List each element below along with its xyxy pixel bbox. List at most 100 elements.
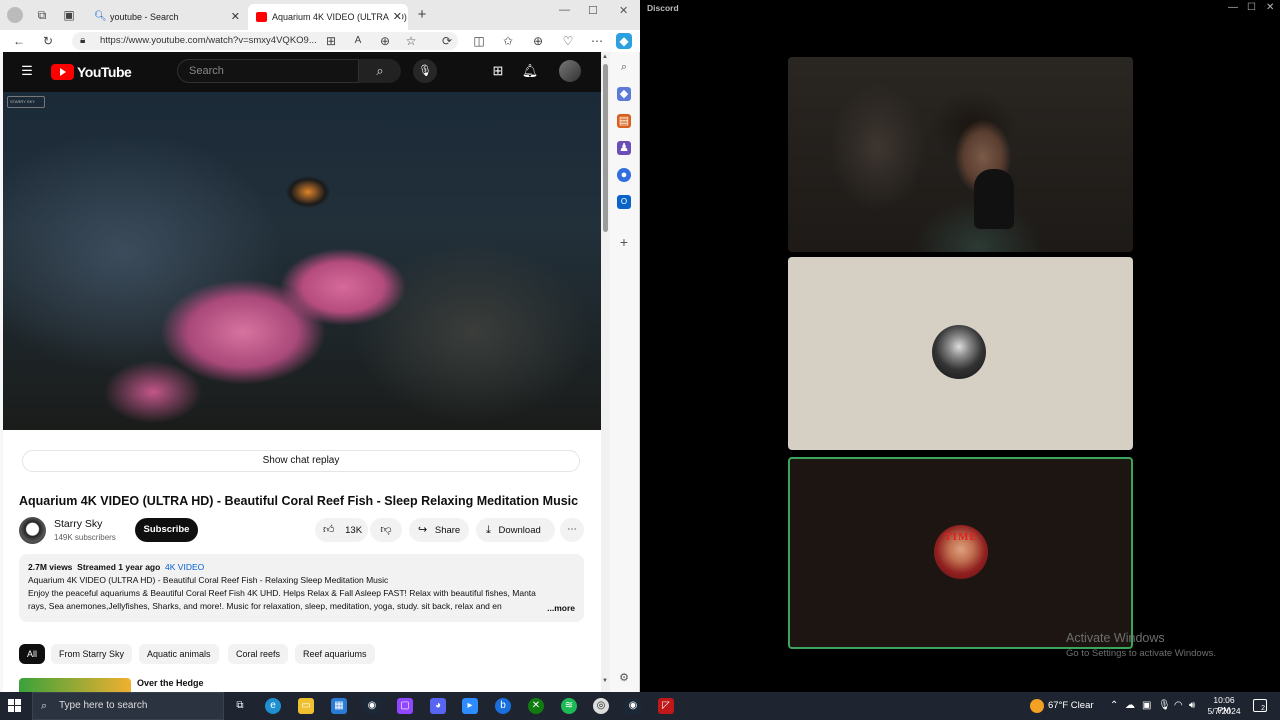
voice-search-icon[interactable]: 🎙︎ <box>413 59 437 83</box>
subscribe-button[interactable]: Subscribe <box>135 518 198 542</box>
twitch-icon[interactable]: ▢ <box>397 698 413 714</box>
share-button[interactable]: ↪ Share <box>409 518 469 542</box>
video-description[interactable]: 2.7M views Streamed 1 year ago 4K VIDEO … <box>19 554 584 622</box>
more-options-icon[interactable]: ⋯ <box>589 33 605 49</box>
cloud-icon[interactable]: ☁ <box>1125 700 1135 711</box>
edge-icon[interactable]: e <box>265 698 281 714</box>
tab-youtube-search[interactable]: 🔍︎ youtube - Search ✕ <box>86 4 246 30</box>
chip-from-starry-sky[interactable]: From Starry Sky <box>51 644 133 664</box>
youtube-logo[interactable]: YouTube <box>51 63 132 81</box>
microphone-icon <box>974 169 1014 229</box>
profile-icon[interactable] <box>7 7 23 23</box>
extension-icon[interactable]: ⊕ <box>377 33 393 49</box>
close-tab-icon[interactable]: ✕ <box>389 4 402 30</box>
task-view-icon[interactable]: ⧉ <box>232 698 248 714</box>
notifications-bell-icon[interactable]: 🔔︎ <box>521 63 539 79</box>
account-avatar[interactable] <box>559 60 581 82</box>
video-tile-participant-2[interactable] <box>788 257 1133 450</box>
show-more-link[interactable]: ...more <box>543 602 575 615</box>
video-tile-webcam[interactable] <box>788 57 1133 252</box>
notifications-icon[interactable]: 2 <box>1253 699 1267 712</box>
channel-name[interactable]: Starry Sky <box>54 518 102 530</box>
add-sidebar-app-icon[interactable]: + <box>617 235 631 249</box>
scroll-thumb[interactable] <box>603 64 608 232</box>
clock-date[interactable]: 5/7/2024 <box>1207 706 1241 716</box>
apps-icon[interactable]: ⊞ <box>323 33 339 49</box>
zoom-icon[interactable]: ▸ <box>462 698 478 714</box>
like-button[interactable]: 👍︎ 13K <box>315 518 368 542</box>
copilot-icon[interactable]: ◆ <box>616 33 632 49</box>
discord-close-icon[interactable]: ✕ <box>1266 2 1274 13</box>
scroll-down-icon[interactable]: ▼ <box>602 678 608 684</box>
wifi-icon[interactable]: ◠ <box>1174 700 1183 711</box>
chip-coral-reefs[interactable]: Coral reefs <box>228 644 289 664</box>
tab-actions-icon[interactable]: ▣ <box>61 7 77 23</box>
maximize-icon[interactable]: ☐ <box>588 4 598 17</box>
discord-minimize-icon[interactable]: — <box>1228 2 1238 13</box>
sidebar-settings-icon[interactable]: ⚙ <box>617 671 631 685</box>
chip-reef-aquariums[interactable]: Reef aquariums <box>295 644 375 664</box>
outlook-icon[interactable]: O <box>617 195 631 209</box>
spotify-icon[interactable]: ≋ <box>561 698 577 714</box>
menu-icon[interactable]: ☰ <box>18 63 36 79</box>
games-icon[interactable]: ♟ <box>617 141 631 155</box>
read-aloud-icon[interactable]: A <box>350 33 366 49</box>
chip-all[interactable]: All <box>19 644 46 664</box>
thumbs-down-icon: 👎︎ <box>380 524 392 536</box>
close-window-icon[interactable]: ✕ <box>619 4 628 17</box>
close-tab-icon[interactable]: ✕ <box>231 4 240 30</box>
page-scrollbar[interactable]: ▲ ▼ <box>601 52 610 692</box>
windows-start-icon[interactable] <box>8 699 22 713</box>
chip-aquatic-animals[interactable]: Aquatic animals <box>139 644 219 664</box>
file-explorer-icon[interactable]: ▭ <box>298 698 314 714</box>
youtube-favicon-icon <box>256 12 267 22</box>
video-tile-participant-3-speaking[interactable]: TIME <box>788 457 1133 649</box>
collections-icon[interactable]: ⊕ <box>530 33 546 49</box>
back-icon[interactable]: ← <box>11 33 27 49</box>
volume-icon[interactable]: 🔊︎ <box>1189 700 1195 711</box>
browser-essentials-icon[interactable]: ♡ <box>560 33 576 49</box>
dislike-button[interactable]: 👎︎ <box>370 518 402 542</box>
sidebar-search-icon[interactable]: ⌕ <box>617 60 631 74</box>
steam-2-icon[interactable]: ◉ <box>625 698 641 714</box>
obs-icon[interactable]: ◎ <box>593 698 609 714</box>
refresh-icon[interactable]: ↻ <box>40 33 56 49</box>
youtube-header: ☰ YouTube Search ⌕ 🎙︎ ⊞ 🔔︎ <box>3 52 601 92</box>
store-icon[interactable]: ▦ <box>331 698 347 714</box>
scroll-up-icon[interactable]: ▲ <box>602 54 608 60</box>
steam-icon[interactable]: ◉ <box>364 698 380 714</box>
shopping-tag-icon[interactable]: ◆ <box>617 87 631 101</box>
more-actions-button[interactable]: ⋯ <box>560 518 584 542</box>
taskbar-search-input[interactable]: ⌕ Type here to search <box>32 692 224 720</box>
discord-app-icon[interactable]: ◕ <box>430 698 446 714</box>
battlenet-icon[interactable]: b <box>495 698 511 714</box>
search-input[interactable]: Search <box>177 59 359 83</box>
channel-avatar[interactable] <box>19 517 46 544</box>
amd-icon[interactable]: ◸ <box>658 698 674 714</box>
tools-icon[interactable]: ▤ <box>617 114 631 128</box>
new-tab-icon[interactable]: + <box>414 7 430 23</box>
recommended-title[interactable]: Over the Hedge <box>137 678 204 688</box>
xbox-icon[interactable]: ✕ <box>528 698 544 714</box>
discord-maximize-icon[interactable]: ☐ <box>1247 2 1256 13</box>
show-hidden-icons-icon[interactable]: ⌃ <box>1110 700 1118 711</box>
minimize-icon[interactable]: — <box>559 4 570 16</box>
create-video-icon[interactable]: ⊞ <box>489 63 507 79</box>
recommended-thumbnail[interactable] <box>19 678 131 692</box>
device-icon[interactable]: ▣ <box>1142 700 1151 711</box>
mic-tray-icon[interactable]: 🎙︎ <box>1158 700 1171 711</box>
hashtag-link[interactable]: 4K VIDEO <box>165 562 204 572</box>
refresh-page-icon[interactable]: ⟳ <box>439 33 455 49</box>
workspaces-icon[interactable]: ⧉ <box>34 7 50 23</box>
tab-aquarium-video[interactable]: Aquarium 4K VIDEO (ULTRA HD) - ✕ <box>248 4 408 30</box>
search-button[interactable]: ⌕ <box>359 59 401 83</box>
favorites-icon[interactable]: ✩ <box>500 33 516 49</box>
microsoft-365-icon[interactable]: ● <box>617 168 631 182</box>
download-button[interactable]: ⤓ Download <box>476 518 555 542</box>
url-field[interactable]: 🔒︎ https://www.youtube.com/watch?v=smxy4… <box>72 32 458 50</box>
split-screen-icon[interactable]: ◫ <box>471 33 487 49</box>
video-player[interactable]: STARRY SKY <box>3 92 601 430</box>
weather-text[interactable]: 67°F Clear <box>1048 700 1094 711</box>
favorite-star-icon[interactable]: ☆ <box>403 33 419 49</box>
show-chat-replay-button[interactable]: Show chat replay <box>22 450 580 472</box>
